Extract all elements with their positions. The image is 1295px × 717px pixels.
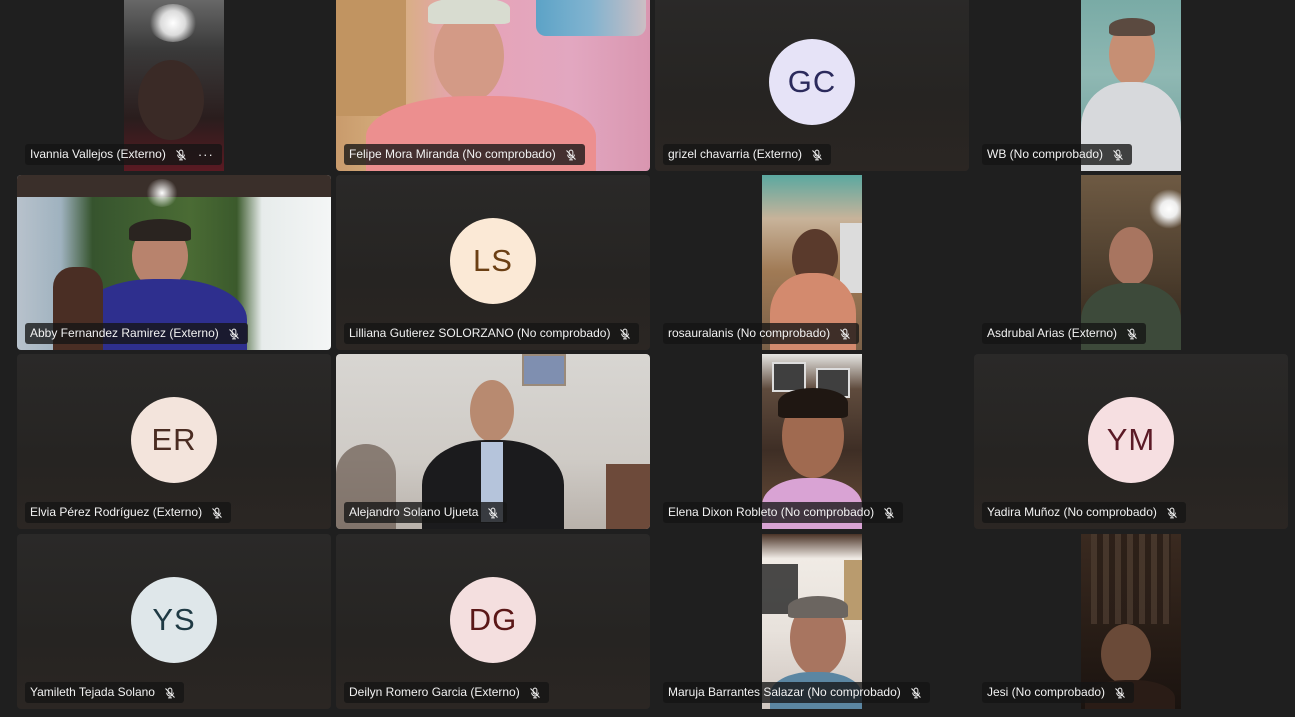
participant-tile-wb[interactable]: WB (No comprobado) — [974, 0, 1288, 171]
participant-name: Abby Fernandez Ramirez (Externo) — [30, 326, 219, 340]
mic-muted-icon — [1112, 149, 1124, 161]
mic-muted-icon — [619, 328, 631, 340]
participant-nameplate: Abby Fernandez Ramirez (Externo) — [25, 323, 248, 344]
mic-muted-icon — [164, 687, 176, 699]
participant-name: Asdrubal Arias (Externo) — [987, 326, 1118, 340]
participant-tile-abby[interactable]: Abby Fernandez Ramirez (Externo) — [17, 175, 331, 350]
participant-tile-rosaura[interactable]: rosauralanis (No comprobado) — [655, 175, 969, 350]
participant-nameplate: Lilliana Gutierez SOLORZANO (No comproba… — [344, 323, 640, 344]
participant-nameplate: grizel chavarria (Externo) — [663, 144, 832, 165]
participant-avatar: GC — [769, 39, 855, 125]
participant-nameplate: Elvia Pérez Rodríguez (Externo) — [25, 502, 232, 523]
avatar-initials: YS — [152, 602, 196, 637]
participant-nameplate: Yamileth Tejada Solano — [25, 682, 184, 703]
participant-avatar: YS — [131, 577, 217, 663]
participant-tile-elena[interactable]: Elena Dixon Robleto (No comprobado) — [655, 354, 969, 529]
mic-muted-icon — [1166, 507, 1178, 519]
avatar-initials: DG — [468, 602, 518, 637]
participant-nameplate: Ivannia Vallejos (Externo) ··· — [25, 144, 222, 165]
mic-muted-icon — [565, 149, 577, 161]
participant-name: grizel chavarria (Externo) — [668, 147, 803, 161]
participant-name: Elena Dixon Robleto (No comprobado) — [668, 505, 875, 519]
participant-tile-yadira[interactable]: YM Yadira Muñoz (No comprobado) — [974, 354, 1288, 529]
participant-nameplate: WB (No comprobado) — [982, 144, 1133, 165]
mic-muted-icon — [1114, 687, 1126, 699]
participant-nameplate: Jesi (No comprobado) — [982, 682, 1135, 703]
participant-name: Yamileth Tejada Solano — [30, 685, 155, 699]
participant-tile-jesi[interactable]: Jesi (No comprobado) — [974, 534, 1288, 709]
participant-nameplate: Maruja Barrantes Salazar (No comprobado) — [663, 682, 930, 703]
participant-tile-yamileth[interactable]: YS Yamileth Tejada Solano — [17, 534, 331, 709]
participant-tile-alejandro[interactable]: Alejandro Solano Ujueta — [336, 354, 650, 529]
mic-muted-icon — [1126, 328, 1138, 340]
participant-nameplate: Yadira Muñoz (No comprobado) — [982, 502, 1186, 523]
participant-name: Ivannia Vallejos (Externo) — [30, 147, 166, 161]
mic-muted-icon — [529, 687, 541, 699]
participant-name: rosauralanis (No comprobado) — [668, 326, 831, 340]
mic-muted-icon — [839, 328, 851, 340]
participant-name: Alejandro Solano Ujueta — [349, 505, 479, 519]
avatar-initials: YM — [1106, 422, 1156, 457]
avatar-initials: LS — [473, 243, 513, 278]
participant-nameplate: Alejandro Solano Ujueta — [344, 502, 508, 523]
mic-muted-icon — [228, 328, 240, 340]
participant-tile-grizel[interactable]: GC grizel chavarria (Externo) — [655, 0, 969, 171]
participant-nameplate: Elena Dixon Robleto (No comprobado) — [663, 502, 904, 523]
participant-name: Yadira Muñoz (No comprobado) — [987, 505, 1157, 519]
mic-muted-icon — [910, 687, 922, 699]
participant-avatar: ER — [131, 397, 217, 483]
participant-tile-elvia[interactable]: ER Elvia Pérez Rodríguez (Externo) — [17, 354, 331, 529]
participant-tile-ivannia[interactable]: Ivannia Vallejos (Externo) ··· — [17, 0, 331, 171]
participant-name: Jesi (No comprobado) — [987, 685, 1106, 699]
participant-tile-maruja[interactable]: Maruja Barrantes Salazar (No comprobado) — [655, 534, 969, 709]
participant-tile-felipe[interactable]: Felipe Mora Miranda (No comprobado) — [336, 0, 650, 171]
participant-name: Felipe Mora Miranda (No comprobado) — [349, 147, 556, 161]
participant-name: Maruja Barrantes Salazar (No comprobado) — [668, 685, 901, 699]
participant-name: Elvia Pérez Rodríguez (Externo) — [30, 505, 203, 519]
avatar-initials: GC — [787, 64, 837, 99]
mic-muted-icon — [883, 507, 895, 519]
mic-muted-icon — [487, 507, 499, 519]
participant-avatar: DG — [450, 577, 536, 663]
participant-name: Deilyn Romero Garcia (Externo) — [349, 685, 520, 699]
more-options-icon[interactable]: ··· — [198, 144, 214, 165]
participant-tile-deilyn[interactable]: DG Deilyn Romero Garcia (Externo) — [336, 534, 650, 709]
mic-muted-icon — [175, 149, 187, 161]
participant-name: Lilliana Gutierez SOLORZANO (No comproba… — [349, 326, 611, 340]
participant-tile-asdrubal[interactable]: Asdrubal Arias (Externo) — [974, 175, 1288, 350]
mic-muted-icon — [811, 149, 823, 161]
participant-avatar: LS — [450, 218, 536, 304]
participant-nameplate: Felipe Mora Miranda (No comprobado) — [344, 144, 585, 165]
participant-nameplate: Asdrubal Arias (Externo) — [982, 323, 1147, 344]
avatar-initials: ER — [151, 422, 197, 457]
participant-name: WB (No comprobado) — [987, 147, 1104, 161]
participant-nameplate: Deilyn Romero Garcia (Externo) — [344, 682, 549, 703]
mic-muted-icon — [211, 507, 223, 519]
participant-tile-lilliana[interactable]: LS Lilliana Gutierez SOLORZANO (No compr… — [336, 175, 650, 350]
participant-avatar: YM — [1088, 397, 1174, 483]
participant-nameplate: rosauralanis (No comprobado) — [663, 323, 860, 344]
